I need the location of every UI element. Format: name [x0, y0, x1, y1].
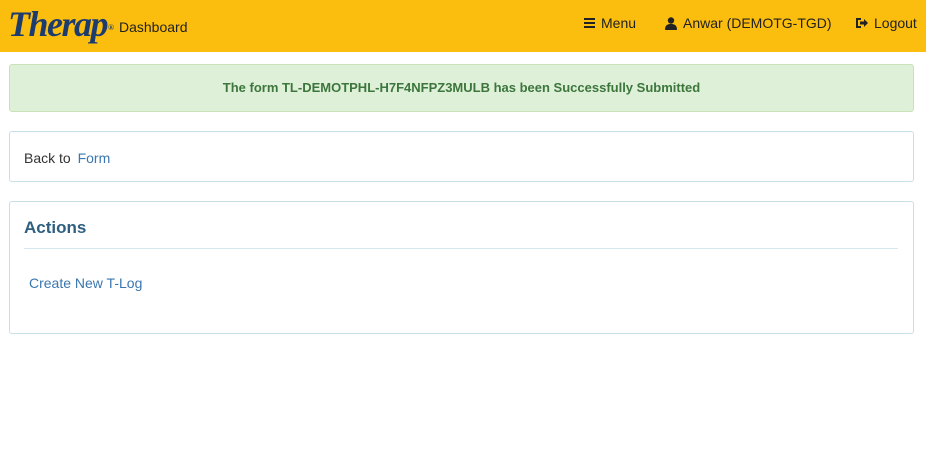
logout-button[interactable]: Logout [855, 15, 917, 31]
therap-logo[interactable]: Therap® [8, 4, 114, 44]
logout-icon [856, 18, 868, 28]
create-new-tlog-link[interactable]: Create New T-Log [29, 275, 142, 291]
actions-panel: Actions Create New T-Log [9, 201, 914, 334]
actions-divider [24, 248, 898, 249]
back-panel: Back to Form [9, 131, 914, 182]
user-icon [665, 16, 677, 30]
menu-label: Menu [601, 15, 637, 31]
success-message: The form TL-DEMOTPHL-H7F4NFPZ3MULB has b… [222, 80, 701, 95]
menu-button[interactable]: Menu [584, 15, 636, 31]
back-to-form-link[interactable]: Form [78, 150, 111, 166]
dashboard-link[interactable]: Dashboard [119, 19, 188, 35]
menu-icon [584, 18, 595, 28]
back-to-line: Back to Form [24, 150, 110, 166]
back-to-text: Back to [24, 150, 71, 166]
user-label: Anwar (DEMOTG-TGD) [683, 15, 832, 31]
top-navbar: Therap® Dashboard Menu Anwar (DEMOTG-TGD… [0, 0, 926, 52]
success-alert: The form TL-DEMOTPHL-H7F4NFPZ3MULB has b… [9, 64, 914, 112]
user-account-link[interactable]: Anwar (DEMOTG-TGD) [665, 15, 832, 31]
actions-heading: Actions [24, 218, 87, 237]
logout-label: Logout [874, 15, 917, 31]
